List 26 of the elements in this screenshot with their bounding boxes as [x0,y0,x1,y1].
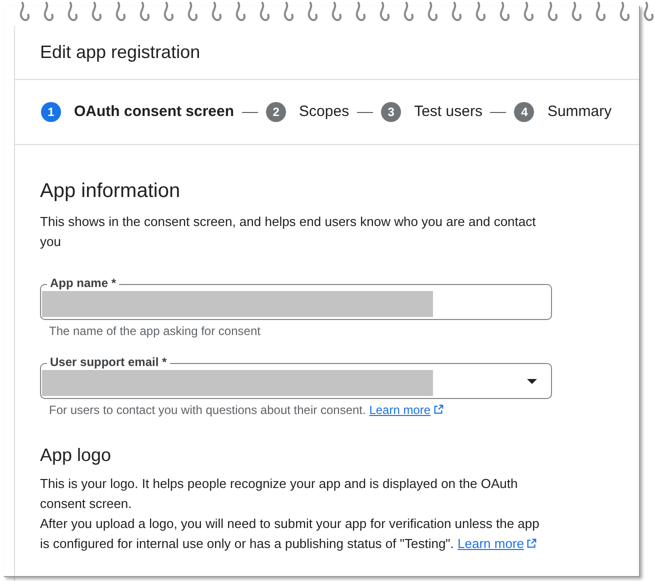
step-number: 1 [41,102,61,122]
step-tab[interactable]: 2 Scopes [266,100,350,124]
section-heading: App information [40,179,182,203]
learn-more-link[interactable]: Learn more [458,536,538,551]
field-hint: The name of the app asking for consent [49,323,262,339]
step-number: 4 [514,102,534,122]
learn-more-link[interactable]: Learn more [369,403,444,417]
section-description: This shows in the consent screen, and helps end users know who you are and contact you [40,213,537,251]
external-link-icon [526,538,538,549]
section-description: After you upload a logo, you will need to submit your app for verification unless the app is configured for internal use only or has a publishing status of "Testing". Learn more [40,515,540,553]
section-description: This is your logo. It helps people recognize your app and is displayed on the OAuth consent screen. [40,475,519,513]
step-tab[interactable]: 1 OAuth consent screen [41,100,234,124]
dropdown-arrow-icon [527,378,537,384]
step-number: 3 [381,102,402,122]
field-hint: For users to contact you with questions about their consent. Learn more [49,402,570,418]
field-label: User support email * [47,354,170,370]
step-label: Test users [414,102,482,122]
step-label: Scopes [299,102,350,122]
section-heading: App logo [40,444,112,466]
step-label: Summary [547,102,612,122]
step-tab[interactable]: 3 Test users [381,100,482,124]
step-number: 2 [266,102,286,122]
dialog-title: Edit app registration [40,41,200,64]
external-link-icon [432,404,444,415]
step-label: OAuth consent screen [74,102,234,122]
step-tab[interactable]: 4 Summary [514,100,612,124]
